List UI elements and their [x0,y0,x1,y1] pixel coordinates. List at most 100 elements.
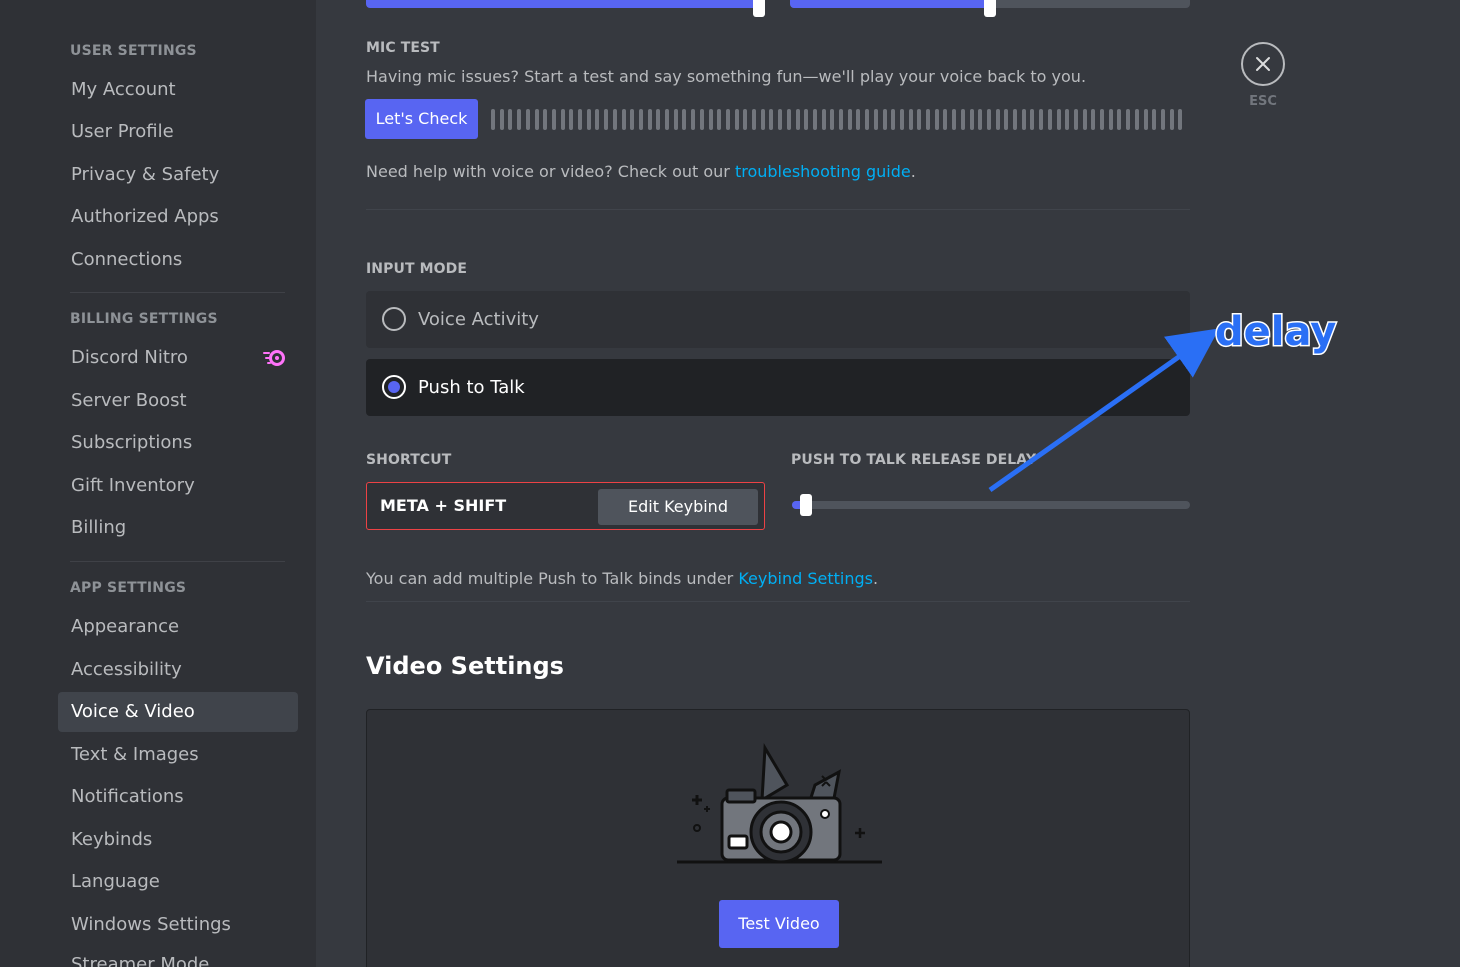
keybind-note-prefix: You can add multiple Push to Talk binds … [366,569,739,588]
mic-meter-bar [621,109,626,130]
mic-meter-bar [491,109,495,130]
mic-meter-bar [612,109,617,130]
sidebar-item-text-images[interactable]: Text & Images [58,735,298,775]
mic-meter-bar [743,109,748,130]
radio-circle-checked [382,375,406,399]
sidebar-item-language[interactable]: Language [58,862,298,902]
sidebar-divider [70,292,285,293]
mic-meter-bar [1047,109,1052,130]
mic-meter-bar [752,109,756,130]
sidebar-item-voice-video[interactable]: Voice & Video [58,692,298,732]
mic-meter-bar [534,109,539,130]
sidebar-item-keybinds[interactable]: Keybinds [58,820,298,860]
input-volume-slider[interactable] [366,0,765,17]
sidebar-item-windows-settings[interactable]: Windows Settings [58,905,298,945]
mic-meter-bar [691,109,696,130]
edit-keybind-button[interactable]: Edit Keybind [598,489,758,525]
radio-push-to-talk[interactable]: Push to Talk [366,359,1190,416]
help-prefix: Need help with voice or video? Check out… [366,162,735,181]
radio-label: Voice Activity [418,309,539,330]
keybind-note-suffix: . [872,569,879,588]
radio-label: Push to Talk [418,377,525,398]
shortcut-title: SHORTCUT [366,452,452,468]
mic-meter-bar [1021,109,1026,130]
help-text: Need help with voice or video? Check out… [366,162,916,181]
mic-meter-bar [1100,109,1104,130]
troubleshooting-guide-link[interactable]: troubleshooting guide [735,162,911,181]
mic-meter-bar [1056,109,1061,130]
esc-circle [1241,42,1285,86]
mic-meter-bar [517,109,522,130]
mic-meter-bar [812,109,817,130]
radio-circle [382,307,406,331]
sidebar-item-subscriptions[interactable]: Subscriptions [58,423,298,463]
section-divider [366,209,1190,210]
sidebar-item-server-boost[interactable]: Server Boost [58,381,298,421]
mic-meter-bar [1117,109,1122,130]
mic-meter-bar [665,109,669,130]
sidebar-item-appearance[interactable]: Appearance [58,607,298,647]
output-volume-slider[interactable] [790,0,1190,17]
mic-meter-bar [543,109,548,130]
mic-meter-bar [708,109,713,130]
sidebar-item-privacy-safety[interactable]: Privacy & Safety [58,155,298,195]
keybind-note: You can add multiple Push to Talk binds … [366,569,878,588]
test-video-button[interactable]: Test Video [719,900,839,948]
mic-meter-bar [578,109,582,130]
mic-test-description: Having mic issues? Start a test and say … [366,67,1087,86]
mic-meter-bar [725,109,730,130]
mic-meter-bar [673,109,678,130]
sidebar-item-discord-nitro[interactable]: Discord Nitro [58,338,298,378]
mic-meter-bar [734,109,739,130]
slider-fill [790,0,990,8]
mic-meter-bar [1160,109,1165,130]
section-divider [366,601,1190,602]
shortcut-recorder[interactable]: META + SHIFT Edit Keybind [366,482,765,530]
sidebar-item-notifications[interactable]: Notifications [58,777,298,817]
mic-meter-bar [760,109,765,130]
close-settings-button[interactable]: ESC [1240,42,1286,109]
radio-voice-activity[interactable]: Voice Activity [366,291,1190,348]
sidebar-item-accessibility[interactable]: Accessibility [58,650,298,690]
mic-meter-bar [656,109,661,130]
mic-meter-bar [943,109,948,130]
mic-meter-bar [1065,109,1070,130]
sidebar-item-authorized-apps[interactable]: Authorized Apps [58,197,298,237]
input-mode-title: INPUT MODE [366,261,467,277]
release-delay-slider[interactable] [792,494,1190,516]
slider-knob[interactable] [753,0,765,17]
video-settings-title: Video Settings [366,652,564,680]
mic-meter-bar [499,109,504,130]
slider-knob[interactable] [984,0,996,17]
mic-meter-bar [1178,109,1183,130]
sidebar-item-billing[interactable]: Billing [58,508,298,548]
sidebar-item-connections[interactable]: Connections [58,240,298,280]
sidebar-item-streamer-mode[interactable]: Streamer Mode [58,945,298,967]
mic-meter-bar [1004,109,1009,130]
mic-meter-bar [873,109,878,130]
voice-video-settings: MIC TEST Having mic issues? Start a test… [316,0,1460,967]
mic-meter-bar [586,109,591,130]
mic-meter-bar [856,109,861,130]
sidebar-item-my-account[interactable]: My Account [58,70,298,110]
sidebar-item-user-profile[interactable]: User Profile [58,112,298,152]
mic-meter-bar [630,109,635,130]
slider-knob[interactable] [800,494,812,516]
mic-meter-bar [926,109,930,130]
lets-check-button[interactable]: Let's Check [365,99,478,139]
mic-meter-bar [560,109,565,130]
mic-meter-bar [908,109,913,130]
mic-meter-bar [1169,109,1174,130]
sidebar-item-label: Discord Nitro [71,347,188,368]
keybind-settings-link[interactable]: Keybind Settings [738,569,873,588]
mic-meter-bar [1143,109,1148,130]
section-title-billing-settings: BILLING SETTINGS [70,311,218,327]
sidebar-item-gift-inventory[interactable]: Gift Inventory [58,466,298,506]
section-title-user-settings: USER SETTINGS [70,43,197,59]
mic-level-meter [491,109,1191,130]
mic-meter-bar [508,109,513,130]
release-delay-title: PUSH TO TALK RELEASE DELAY [791,452,1037,468]
mic-meter-bar [830,109,835,130]
mic-meter-bar [978,109,983,130]
mic-meter-bar [682,109,687,130]
